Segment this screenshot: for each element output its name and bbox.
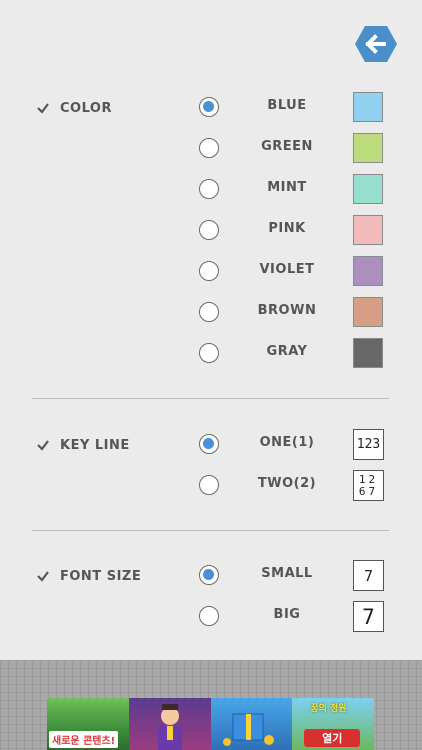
ad-footer: 새로운 콘텐츠! 꿈의 정원 열기: [0, 660, 422, 750]
color-option-mint[interactable]: MINT: [0, 174, 422, 206]
ad-banner[interactable]: 새로운 콘텐츠! 꿈의 정원 열기: [47, 698, 374, 750]
ad-image-open: 꿈의 정원 열기: [292, 698, 374, 750]
color-option-blue[interactable]: BLUE: [0, 92, 422, 124]
key-line-option-one[interactable]: ONE(1) 123: [0, 429, 422, 461]
key-line-preview-two: 12 67: [353, 470, 384, 501]
radio-two-line[interactable]: [199, 475, 219, 495]
option-label: BLUE: [267, 98, 307, 113]
divider: [32, 530, 389, 531]
radio-pink[interactable]: [199, 220, 219, 240]
radio-blue[interactable]: [199, 97, 219, 117]
ad-image-character: [128, 698, 211, 750]
radio-brown[interactable]: [199, 302, 219, 322]
gift-illustration: [222, 713, 274, 746]
option-label: BROWN: [257, 303, 317, 318]
option-label: MINT: [267, 180, 307, 195]
ad-image-gift: [210, 698, 293, 750]
font-size-preview-big: 7: [353, 601, 384, 632]
radio-small[interactable]: [199, 565, 219, 585]
ad-image-garden: 새로운 콘텐츠!: [47, 698, 129, 750]
radio-green[interactable]: [199, 138, 219, 158]
radio-mint[interactable]: [199, 179, 219, 199]
color-option-gray[interactable]: GRAY: [0, 338, 422, 370]
color-option-violet[interactable]: VIOLET: [0, 256, 422, 288]
radio-one-line[interactable]: [199, 434, 219, 454]
divider: [32, 398, 389, 399]
key-line-option-two[interactable]: TWO(2) 12 67: [0, 470, 422, 502]
color-option-green[interactable]: GREEN: [0, 133, 422, 165]
ad-caption-new-content: 새로운 콘텐츠!: [49, 731, 119, 748]
font-size-option-big[interactable]: BIG 7: [0, 601, 422, 633]
swatch-pink: [353, 215, 383, 245]
option-label: PINK: [268, 221, 306, 236]
option-label: BIG: [273, 607, 301, 622]
swatch-gray: [353, 338, 383, 368]
option-label: VIOLET: [259, 262, 315, 277]
font-size-preview-small: 7: [353, 560, 384, 591]
option-label: TWO(2): [257, 476, 317, 491]
arrow-left-icon: [355, 26, 397, 62]
ad-open-button[interactable]: 열기: [304, 729, 361, 747]
radio-big[interactable]: [199, 606, 219, 626]
swatch-mint: [353, 174, 383, 204]
swatch-green: [353, 133, 383, 163]
option-label: GRAY: [266, 344, 308, 359]
color-option-pink[interactable]: PINK: [0, 215, 422, 247]
radio-gray[interactable]: [199, 343, 219, 363]
option-label: ONE(1): [259, 435, 315, 450]
key-line-preview-one: 123: [353, 429, 384, 460]
option-label: GREEN: [261, 139, 313, 154]
swatch-blue: [353, 92, 383, 122]
back-button[interactable]: [354, 24, 398, 64]
character-illustration: [157, 704, 182, 750]
ad-caption-dream-garden: 꿈의 정원: [310, 704, 347, 714]
radio-violet[interactable]: [199, 261, 219, 281]
font-size-option-small[interactable]: SMALL 7: [0, 560, 422, 592]
swatch-violet: [353, 256, 383, 286]
option-label: SMALL: [261, 566, 313, 581]
color-option-brown[interactable]: BROWN: [0, 297, 422, 329]
swatch-brown: [353, 297, 383, 327]
